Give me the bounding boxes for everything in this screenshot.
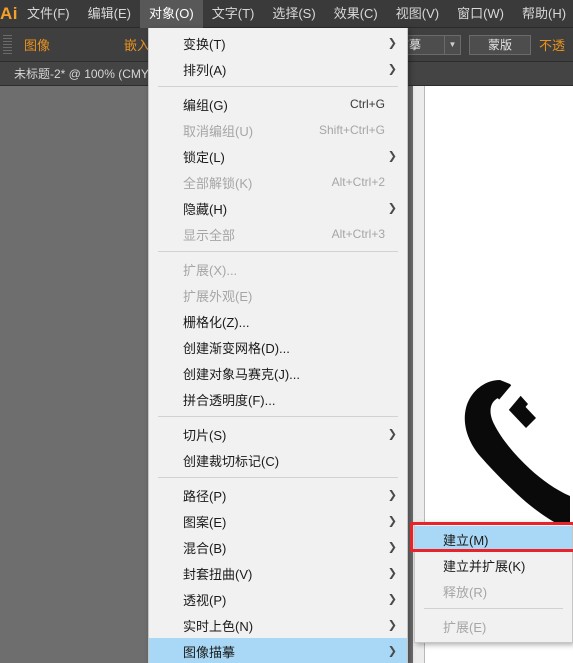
submenu-separator — [424, 608, 563, 609]
menu-item-23[interactable]: 封套扭曲(V) ❯ — [149, 560, 407, 586]
chevron-right-icon: ❯ — [387, 515, 397, 528]
chevron-right-icon: ❯ — [387, 593, 397, 606]
menu-item-22[interactable]: 混合(B) ❯ — [149, 534, 407, 560]
menu-item-label: 变换(T) — [183, 36, 226, 52]
menu-item-17[interactable]: 切片(S) ❯ — [149, 421, 407, 447]
image-trace-submenu[interactable]: 建立(M) 建立并扩展(K) 释放(R) 扩展(E) — [414, 522, 573, 643]
menu-item-12[interactable]: 栅格化(Z)... — [149, 308, 407, 334]
menu-item-label: 编组(G) — [183, 97, 228, 113]
menu-item-shortcut: Alt+Ctrl+3 — [331, 227, 385, 241]
illustrator-window: Ai 文件(F) 编辑(E) 对象(O) 文字(T) 选择(S) 效果(C) 视图(V) 窗口… — [0, 0, 573, 663]
chevron-right-icon: ❯ — [387, 428, 397, 441]
menu-separator — [158, 86, 398, 87]
menu-item-label: 混合(B) — [183, 540, 227, 556]
image-link-label: 图像 — [24, 38, 51, 53]
menu-item-label: 拼合透明度(F)... — [183, 392, 276, 408]
opacity-label: 不透 — [538, 38, 565, 53]
menu-item-label: 隐藏(H) — [183, 201, 228, 217]
menubar-item-0[interactable]: 文件(F) — [18, 0, 79, 28]
app-logo-icon: Ai — [0, 3, 18, 23]
menubar-item-7[interactable]: 窗口(W) — [448, 0, 513, 28]
menu-bar: Ai 文件(F) 编辑(E) 对象(O) 文字(T) 选择(S) 效果(C) 视图(V) 窗口… — [0, 0, 573, 28]
menu-item-20[interactable]: 路径(P) ❯ — [149, 482, 407, 508]
menu-item-label: 创建裁切标记(C) — [183, 453, 280, 469]
document-tab[interactable]: 未标题-2* @ 100% (CMY — [0, 62, 161, 86]
menu-separator — [158, 416, 398, 417]
menu-item-label: 实时上色(N) — [183, 618, 254, 634]
menu-item-label: 栅格化(Z)... — [183, 314, 250, 330]
menu-item-10: 扩展(X)... — [149, 256, 407, 282]
chevron-right-icon: ❯ — [387, 541, 397, 554]
menubar-item-2[interactable]: 对象(O) — [139, 0, 203, 28]
chevron-right-icon: ❯ — [387, 489, 397, 502]
menubar-item-8[interactable]: 帮助(H) — [513, 0, 573, 28]
menu-item-label: 显示全部 — [183, 227, 236, 243]
submenu-item-label: 建立(M) — [443, 532, 489, 548]
menu-separator — [158, 477, 398, 478]
chevron-right-icon: ❯ — [387, 567, 397, 580]
menu-item-label: 封套扭曲(V) — [183, 566, 253, 582]
chevron-right-icon: ❯ — [387, 63, 397, 76]
menu-separator — [158, 251, 398, 252]
submenu-item-label: 扩展(E) — [443, 619, 487, 635]
menubar-item-1[interactable]: 编辑(E) — [79, 0, 140, 28]
menu-item-15[interactable]: 拼合透明度(F)... — [149, 386, 407, 412]
chevron-down-icon[interactable]: ▼ — [444, 34, 461, 55]
menu-item-7[interactable]: 隐藏(H) ❯ — [149, 195, 407, 221]
object-menu-dropdown[interactable]: 变换(T) ❯ 排列(A) ❯ 编组(G) Ctrl+G 取消编组(U) Shift+Ctrl… — [148, 28, 408, 663]
menu-item-25[interactable]: 实时上色(N) ❯ — [149, 612, 407, 638]
menubar-item-6[interactable]: 视图(V) — [387, 0, 448, 28]
menu-item-4: 取消编组(U) Shift+Ctrl+G — [149, 117, 407, 143]
menu-item-label: 切片(S) — [183, 427, 227, 443]
telephone-handset-artwork[interactable] — [440, 376, 570, 546]
chevron-right-icon: ❯ — [387, 150, 397, 163]
menu-item-0[interactable]: 变换(T) ❯ — [149, 30, 407, 56]
menu-item-3[interactable]: 编组(G) Ctrl+G — [149, 91, 407, 117]
control-bar-grip[interactable] — [3, 34, 12, 55]
menubar-item-5[interactable]: 效果(C) — [325, 0, 387, 28]
submenu-item-1[interactable]: 建立并扩展(K) — [415, 552, 572, 578]
submenu-item-0[interactable]: 建立(M) — [415, 526, 572, 552]
menu-item-label: 路径(P) — [183, 488, 227, 504]
menu-item-6: 全部解锁(K) Alt+Ctrl+2 — [149, 169, 407, 195]
chevron-right-icon: ❯ — [387, 202, 397, 215]
menu-item-18[interactable]: 创建裁切标记(C) — [149, 447, 407, 473]
menu-item-label: 扩展外观(E) — [183, 288, 253, 304]
submenu-item-label: 释放(R) — [443, 584, 488, 600]
menu-item-label: 取消编组(U) — [183, 123, 254, 139]
menu-item-label: 透视(P) — [183, 592, 227, 608]
menu-item-shortcut: Shift+Ctrl+G — [318, 123, 385, 137]
menu-item-label: 创建渐变网格(D)... — [183, 340, 290, 356]
menu-item-24[interactable]: 透视(P) ❯ — [149, 586, 407, 612]
menu-item-label: 排列(A) — [183, 62, 227, 78]
menu-item-label: 图案(E) — [183, 514, 227, 530]
chevron-right-icon: ❯ — [387, 619, 397, 632]
menu-item-5[interactable]: 锁定(L) ❯ — [149, 143, 407, 169]
chevron-right-icon: ❯ — [387, 37, 397, 50]
menu-item-label: 创建对象马赛克(J)... — [183, 366, 300, 382]
menu-item-14[interactable]: 创建对象马赛克(J)... — [149, 360, 407, 386]
menu-item-11: 扩展外观(E) — [149, 282, 407, 308]
menu-item-label: 图像描摹 — [183, 644, 236, 660]
menu-item-21[interactable]: 图案(E) ❯ — [149, 508, 407, 534]
menu-item-shortcut: Ctrl+G — [349, 97, 385, 111]
menu-item-label: 扩展(X)... — [183, 262, 238, 278]
menu-item-13[interactable]: 创建渐变网格(D)... — [149, 334, 407, 360]
submenu-item-2: 释放(R) — [415, 578, 572, 604]
menu-item-label: 全部解锁(K) — [183, 175, 253, 191]
menubar-item-4[interactable]: 选择(S) — [263, 0, 324, 28]
menu-item-shortcut: Alt+Ctrl+2 — [331, 175, 385, 189]
menu-item-label: 锁定(L) — [183, 149, 225, 165]
menu-item-26[interactable]: 图像描摹 ❯ — [149, 638, 407, 663]
menubar-item-3[interactable]: 文字(T) — [203, 0, 264, 28]
submenu-item-4: 扩展(E) — [415, 613, 572, 639]
menu-item-1[interactable]: 排列(A) ❯ — [149, 56, 407, 82]
chevron-right-icon: ❯ — [387, 645, 397, 658]
menu-item-8: 显示全部 Alt+Ctrl+3 — [149, 221, 407, 247]
submenu-item-label: 建立并扩展(K) — [443, 558, 526, 574]
mask-button[interactable]: 蒙版 — [468, 34, 531, 55]
